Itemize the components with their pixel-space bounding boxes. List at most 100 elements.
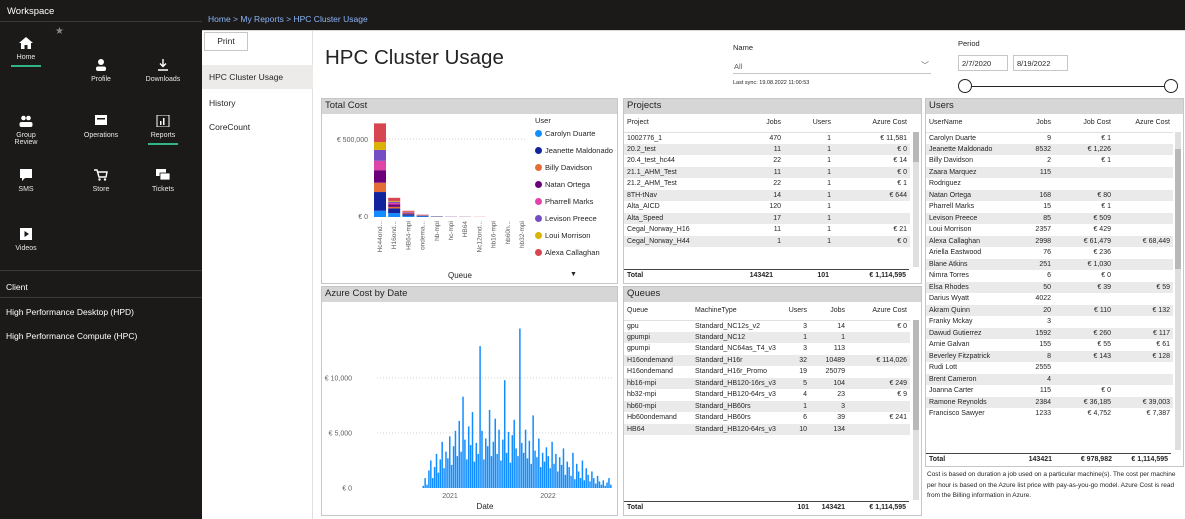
date-bar[interactable] bbox=[477, 453, 479, 488]
table-row[interactable]: Ramone Reynolds 2384 € 36,185 € 39,003 bbox=[926, 396, 1173, 408]
date-bar[interactable] bbox=[443, 468, 445, 488]
date-bar[interactable] bbox=[447, 458, 449, 488]
bar-segment[interactable] bbox=[402, 215, 415, 217]
date-bar[interactable] bbox=[519, 328, 521, 489]
table-row[interactable]: Ariella Eastwood 76 € 236 bbox=[926, 247, 1173, 259]
date-bar[interactable] bbox=[581, 460, 584, 489]
date-bar[interactable] bbox=[534, 450, 536, 488]
legend-item[interactable]: Pharrell Marks bbox=[535, 197, 593, 206]
col-header-azure-cost[interactable]: Azure Cost bbox=[1114, 114, 1173, 133]
users-scroll-thumb[interactable] bbox=[1175, 149, 1181, 269]
nav-downloads[interactable]: Downloads bbox=[132, 59, 194, 83]
date-bar[interactable] bbox=[469, 445, 472, 488]
date-bar[interactable] bbox=[547, 456, 550, 488]
date-bar[interactable] bbox=[496, 453, 498, 488]
nav-reports[interactable]: Reports bbox=[132, 115, 194, 145]
bar-segment[interactable] bbox=[388, 200, 401, 202]
bar-segment[interactable] bbox=[388, 208, 401, 214]
bar-segment[interactable] bbox=[388, 202, 401, 205]
nav-home[interactable]: Home bbox=[7, 37, 45, 67]
legend-item[interactable]: Natan Ortega bbox=[535, 180, 590, 189]
nav-sms[interactable]: SMS bbox=[7, 169, 45, 193]
bar-segment[interactable] bbox=[388, 213, 401, 217]
table-row[interactable]: 21.2_AHM_Test 22 1 € 1 bbox=[624, 178, 910, 190]
col-header-users[interactable]: Users bbox=[784, 114, 834, 133]
table-row[interactable]: 21.1_AHM_Test 11 1 € 0 bbox=[624, 166, 910, 178]
col-header-jobs[interactable]: Jobs bbox=[726, 114, 784, 133]
nav-store[interactable]: Store bbox=[70, 169, 132, 193]
table-row[interactable]: 8TH-tNav 14 1 € 644 bbox=[624, 189, 910, 201]
date-bar[interactable] bbox=[430, 460, 432, 489]
table-row[interactable]: Blane Atkins 251 € 1,030 bbox=[926, 258, 1173, 270]
date-bar[interactable] bbox=[449, 436, 451, 488]
legend-item[interactable]: Jeanette Maldonado bbox=[535, 146, 613, 155]
date-bar[interactable] bbox=[509, 462, 512, 488]
date-bar[interactable] bbox=[488, 409, 491, 488]
date-bar[interactable] bbox=[528, 440, 531, 488]
table-row[interactable]: hb16-mpi Standard_HB120-16rs_v3 5 104 € 249 bbox=[624, 377, 910, 389]
col-header-project[interactable]: Project bbox=[624, 114, 726, 133]
table-row[interactable]: gpumpi Standard_NC12 1 1 bbox=[624, 331, 910, 343]
date-bar[interactable] bbox=[503, 380, 506, 488]
date-bar[interactable] bbox=[545, 447, 548, 488]
table-row[interactable]: 20.4_test_hc44 22 1 € 14 bbox=[624, 155, 910, 167]
col-header-username[interactable]: UserName bbox=[926, 114, 1014, 133]
table-row[interactable]: Hb60ondemand Standard_HB60rs 6 39 € 241 bbox=[624, 412, 910, 424]
bar-segment[interactable] bbox=[374, 123, 386, 143]
date-bar[interactable] bbox=[560, 464, 563, 488]
date-bar[interactable] bbox=[486, 446, 489, 488]
table-row[interactable]: Darius Wyatt 4022 bbox=[926, 293, 1173, 305]
link-hpc[interactable]: High Performance Compute (HPC) bbox=[6, 331, 137, 341]
table-row[interactable]: HB64 Standard_HB120-64rs_v3 10 134 bbox=[624, 423, 910, 435]
col-header-azure-cost[interactable]: Azure Cost bbox=[834, 114, 910, 133]
date-bar[interactable] bbox=[441, 441, 443, 488]
date-bar[interactable] bbox=[610, 484, 612, 488]
date-bar[interactable] bbox=[464, 439, 466, 488]
star-icon[interactable]: ★ bbox=[55, 26, 64, 37]
table-row[interactable]: Cegal_Norway_H16 11 1 € 21 bbox=[624, 224, 910, 236]
legend-item[interactable]: Levison Preece bbox=[535, 214, 597, 223]
period-end-input[interactable]: 8/19/2022 bbox=[1013, 55, 1068, 71]
date-bar[interactable] bbox=[543, 461, 546, 488]
table-row[interactable]: Alta_AICD 120 1 bbox=[624, 201, 910, 213]
date-bar[interactable] bbox=[568, 467, 570, 488]
date-bar[interactable] bbox=[530, 463, 533, 488]
bar-segment[interactable] bbox=[402, 212, 415, 214]
date-bar[interactable] bbox=[475, 442, 478, 488]
date-bar[interactable] bbox=[490, 456, 493, 488]
date-bar[interactable] bbox=[460, 451, 462, 488]
date-bar[interactable] bbox=[536, 457, 538, 488]
table-row[interactable]: Elsa Rhodes 50 € 39 € 59 bbox=[926, 281, 1173, 293]
date-bar[interactable] bbox=[608, 478, 610, 488]
date-bar[interactable] bbox=[471, 412, 474, 488]
table-row[interactable]: Alexa Callaghan 2998 € 61,479 € 68,449 bbox=[926, 235, 1173, 247]
table-row[interactable]: Alta_Speed 17 1 bbox=[624, 212, 910, 224]
period-slider-end-handle[interactable] bbox=[1164, 79, 1178, 93]
date-bar[interactable] bbox=[566, 461, 569, 488]
date-bar[interactable] bbox=[481, 430, 483, 488]
date-bar[interactable] bbox=[466, 459, 468, 488]
date-bar[interactable] bbox=[600, 484, 603, 488]
link-hpd[interactable]: High Performance Desktop (HPD) bbox=[6, 307, 134, 317]
table-row[interactable]: Rudi Lott 2555 bbox=[926, 362, 1173, 374]
date-bar[interactable] bbox=[524, 429, 527, 488]
table-row[interactable]: Carolyn Duarte 9 € 1 bbox=[926, 132, 1173, 144]
date-bar[interactable] bbox=[515, 448, 517, 488]
date-bar[interactable] bbox=[591, 471, 593, 489]
table-row[interactable]: Jeanette Maldonado 8532 € 1,226 bbox=[926, 143, 1173, 155]
date-bar[interactable] bbox=[593, 478, 595, 488]
table-row[interactable]: gpumpi Standard_NC64as_T4_v3 3 113 bbox=[624, 343, 910, 355]
date-bar[interactable] bbox=[450, 464, 453, 488]
page-tab-hpc-cluster-usage[interactable]: HPC Cluster Usage bbox=[202, 65, 313, 89]
date-bar[interactable] bbox=[494, 418, 496, 488]
period-slider-track[interactable] bbox=[959, 86, 1171, 87]
bar-segment[interactable] bbox=[402, 213, 415, 215]
table-row[interactable]: Dawud Gutierrez 1592 € 260 € 117 bbox=[926, 327, 1173, 339]
col-header-queue[interactable]: Queue bbox=[624, 302, 692, 321]
nav-tickets[interactable]: Tickets bbox=[132, 169, 194, 193]
date-bar[interactable] bbox=[521, 442, 523, 488]
date-bar[interactable] bbox=[541, 452, 544, 488]
table-row[interactable]: Francisco Sawyer 1233 € 4,752 € 7,387 bbox=[926, 408, 1173, 420]
date-bar[interactable] bbox=[575, 463, 578, 488]
table-row[interactable]: Rodriguez bbox=[926, 178, 1173, 190]
